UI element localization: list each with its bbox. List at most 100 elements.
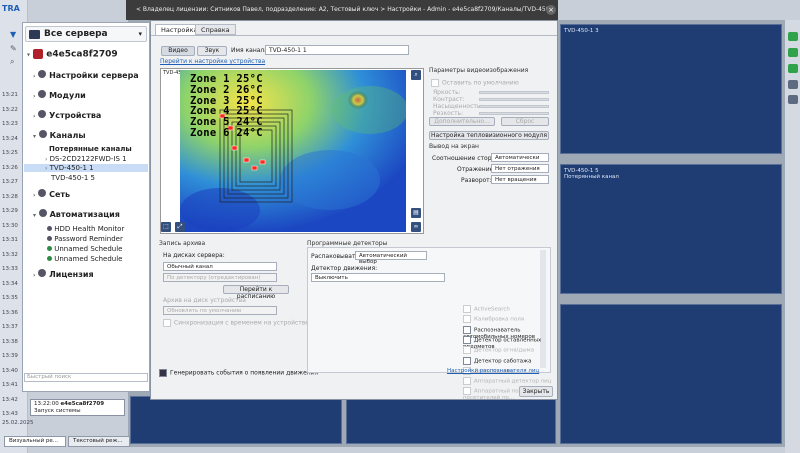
timeline-tick: 13:28: [2, 193, 18, 200]
reset-button[interactable]: Сброс: [501, 117, 549, 126]
detector-checkbox-row[interactable]: Детектор саботажа: [463, 356, 531, 365]
chevron-down-icon: ▾: [33, 133, 37, 140]
tree-item-modules[interactable]: › Модули: [33, 90, 86, 100]
goto-device-settings-link[interactable]: Перейти к настройке устройства: [160, 58, 265, 65]
detector-checkbox-row[interactable]: Калибровка поля: [463, 315, 524, 324]
close-icon[interactable]: ×: [546, 5, 556, 15]
camera-icon: [38, 130, 47, 138]
timeline-tick: 13:22: [2, 106, 18, 113]
timeline-tick: 13:42: [2, 396, 18, 403]
device-archive-select[interactable]: Обновлять по умолчанию: [163, 306, 277, 315]
tree-item-channel[interactable]: TVD-450-1 5: [51, 174, 95, 182]
server-node[interactable]: ▾ e4e5ca8f2709: [27, 49, 118, 60]
tree-item-automation-child[interactable]: Password Reminder: [47, 235, 123, 243]
chevron-down-icon: ▾: [33, 212, 37, 219]
zoom-icon[interactable]: ⌕: [411, 70, 421, 80]
close-button[interactable]: Закрыть: [519, 386, 553, 397]
timeline-tick: 13:26: [2, 164, 18, 171]
video-subtab[interactable]: Видео: [161, 46, 195, 56]
detector-label: Аппаратный детектор лиц: [474, 378, 552, 385]
fullscreen-icon[interactable]: ⤢: [175, 222, 185, 232]
video-tile[interactable]: TVD-450-1 3: [560, 24, 782, 154]
rotation-select[interactable]: Нет вращения: [491, 175, 549, 184]
aspect-select[interactable]: Автоматически: [491, 153, 549, 162]
tree-item-channel[interactable]: › DS-2CD2122FWD-IS 1: [45, 155, 127, 163]
tree-item-automation-child[interactable]: HDD Health Monitor: [47, 225, 124, 233]
monitor-icon[interactable]: [787, 80, 798, 89]
timeline-tick: 13:43: [2, 411, 18, 417]
tab-visual-mode[interactable]: Визуальный ре...: [4, 436, 66, 447]
quick-search-input[interactable]: Быстрый поиск: [24, 373, 148, 382]
slider-label: Контраст:: [433, 96, 465, 103]
saturation-slider[interactable]: [479, 105, 549, 108]
contrast-slider[interactable]: [479, 98, 549, 101]
schedule-icon: [47, 256, 52, 261]
motion-detector-label: Детектор движения:: [311, 265, 378, 272]
pen-icon[interactable]: ✎: [10, 44, 17, 53]
advanced-button[interactable]: Дополнительно...: [429, 117, 495, 126]
tree-item-label: TVD-450-1 1: [49, 164, 94, 172]
tree-item-server-settings[interactable]: › Настройки сервера: [33, 70, 139, 80]
video-tile[interactable]: [560, 304, 782, 444]
timeline-tick: 13:40: [2, 367, 18, 374]
automation-icon: [38, 209, 47, 217]
chevron-right-icon: ›: [33, 73, 36, 80]
checkbox: [463, 346, 471, 355]
face-recognizer-settings-link[interactable]: Настройки распознавателя лиц: [447, 368, 539, 374]
stream-select[interactable]: Обычный канал: [163, 262, 277, 271]
detector-checkbox-row[interactable]: ActiveSearch: [463, 305, 510, 313]
camera-icon[interactable]: [787, 32, 798, 41]
record-icon[interactable]: ∞: [411, 222, 421, 232]
audio-subtab[interactable]: Звук: [197, 46, 227, 56]
detector-checkbox-row[interactable]: Детектор огня/дыма: [463, 346, 534, 355]
snapshot-icon[interactable]: ⬚: [161, 222, 171, 232]
video-tile[interactable]: TVD-450-1 5 Потерянный канал: [560, 164, 782, 294]
channel-name-input[interactable]: TVD-450-1 1: [265, 45, 409, 55]
video-tile[interactable]: [346, 396, 556, 444]
goto-schedule-button[interactable]: Перейти к расписанию: [223, 285, 289, 300]
search-icon[interactable]: ⌕: [10, 57, 14, 67]
tree-item-license[interactable]: › Лицензия: [33, 269, 94, 279]
filter-icon[interactable]: ▼: [10, 30, 16, 39]
tab-help[interactable]: Справка: [195, 24, 236, 35]
checkbox: [463, 377, 471, 386]
tree-item-lost-channels[interactable]: Потерянные каналы: [49, 145, 132, 153]
sharpness-slider[interactable]: [479, 112, 549, 115]
tree-item-label: Модули: [49, 91, 86, 100]
sync-time-checkbox-row[interactable]: Синхронизация с временем на устройстве: [163, 319, 309, 327]
slider-label: Насыщенность:: [433, 103, 483, 110]
license-icon: [38, 269, 47, 277]
timeline-tick: 13:37: [2, 324, 18, 330]
mirror-select[interactable]: Нет отражения: [491, 164, 549, 173]
tree-item-automation-child[interactable]: Unnamed Schedule: [47, 245, 122, 253]
tree-item-channels[interactable]: ▾ Каналы: [33, 130, 86, 140]
detector-checkbox-row[interactable]: Аппаратный детектор лиц: [463, 377, 552, 386]
tree-item-automation-child[interactable]: Unnamed Schedule: [47, 255, 122, 263]
tab-text-mode[interactable]: Текстовый реж...: [68, 436, 130, 447]
tree-item-label: Unnamed Schedule: [54, 255, 123, 263]
camera-icon[interactable]: [787, 64, 798, 73]
all-servers-dropdown[interactable]: Все сервера ▾: [25, 26, 147, 42]
folder-icon[interactable]: [787, 95, 798, 104]
tree-item-devices[interactable]: › Устройства: [33, 110, 101, 120]
motion-detector-select[interactable]: Выключить: [311, 273, 445, 282]
default-checkbox-row[interactable]: Оставить по умолчанию: [431, 79, 519, 87]
tree-item-channel-selected[interactable]: › TVD-450-1 1: [24, 164, 148, 172]
tree-item-network[interactable]: › Сеть: [33, 189, 70, 199]
ptz-icon[interactable]: ▤: [411, 208, 421, 218]
timeline-tick: 13:32: [2, 251, 18, 258]
checkbox-label: Оставить по умолчанию: [442, 79, 519, 87]
event-card[interactable]: 13:22:00 e4e5ca8f2709 Запуск системы: [30, 399, 125, 416]
record-mode-select[interactable]: По детектору (отредактирован): [163, 273, 277, 282]
tree-item-automation[interactable]: ▾ Автоматизация: [33, 209, 120, 219]
servers-icon: [29, 30, 40, 39]
decode-select[interactable]: Автоматический выбор: [355, 251, 427, 265]
detectors-scrollbar[interactable]: [540, 250, 546, 368]
network-icon: [38, 189, 47, 197]
camera-icon[interactable]: [787, 48, 798, 57]
video-tile[interactable]: [130, 396, 342, 444]
gen-motion-events-row[interactable]: Генерировать события о появлении движени…: [159, 369, 318, 377]
thermal-module-button[interactable]: Настройка тепловизионного модуля: [429, 131, 549, 140]
brightness-slider[interactable]: [479, 91, 549, 94]
tree-item-label: Настройки сервера: [49, 71, 139, 80]
